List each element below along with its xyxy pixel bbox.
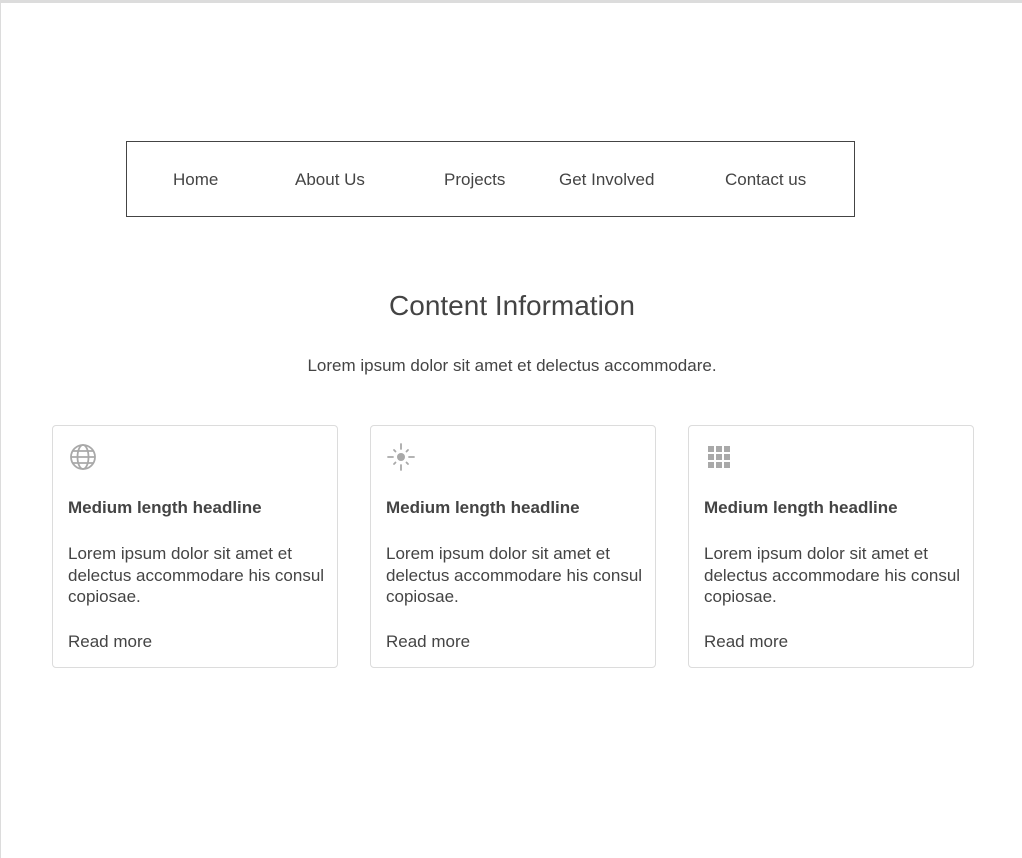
sun-icon xyxy=(386,442,416,472)
main-nav: Home About Us Projects Get Involved Cont… xyxy=(126,141,855,217)
card-body: Lorem ipsum dolor sit amet et delectus a… xyxy=(386,544,643,606)
page-title: Content Information xyxy=(389,290,635,321)
feature-card: Medium length headline Lorem ipsum dolor… xyxy=(370,425,656,668)
card-body: Lorem ipsum dolor sit amet et delectus a… xyxy=(68,544,325,606)
nav-item-get-involved[interactable]: Get Involved xyxy=(559,170,654,190)
globe-icon xyxy=(68,442,98,472)
nav-item-home[interactable]: Home xyxy=(173,170,218,190)
feature-card: Medium length headline Lorem ipsum dolor… xyxy=(688,425,974,668)
card-headline: Medium length headline xyxy=(704,498,898,517)
read-more-link[interactable]: Read more xyxy=(386,632,470,652)
card-headline: Medium length headline xyxy=(386,498,580,517)
feature-card: Medium length headline Lorem ipsum dolor… xyxy=(52,425,338,668)
nav-item-contact-us[interactable]: Contact us xyxy=(725,170,806,190)
page-subtitle: Lorem ipsum dolor sit amet et delectus a… xyxy=(307,356,717,375)
page: Home About Us Projects Get Involved Cont… xyxy=(0,0,1022,858)
card-body: Lorem ipsum dolor sit amet et delectus a… xyxy=(704,544,961,606)
nav-item-projects[interactable]: Projects xyxy=(444,170,505,190)
card-headline: Medium length headline xyxy=(68,498,262,517)
nav-item-about-us[interactable]: About Us xyxy=(295,170,365,190)
grid-icon xyxy=(704,442,734,472)
read-more-link[interactable]: Read more xyxy=(704,632,788,652)
read-more-link[interactable]: Read more xyxy=(68,632,152,652)
